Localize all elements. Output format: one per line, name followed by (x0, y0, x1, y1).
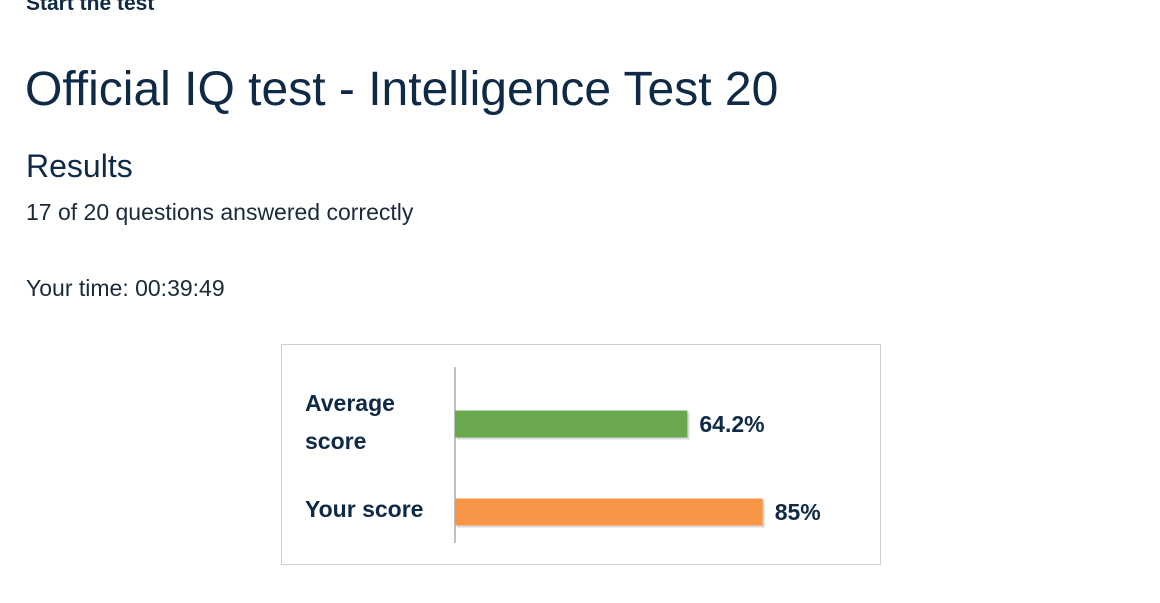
results-page: Start the test Official IQ test - Intell… (0, 0, 1160, 603)
time-text: Your time: 00:39:49 (26, 275, 225, 301)
chart-category-label: Your score (305, 496, 423, 522)
page-title: Official IQ test - Intelligence Test 20 (25, 63, 779, 116)
answered-count-text: 17 of 20 questions answered correctly (26, 199, 414, 225)
score-chart-svg: 64.2% Average score 85% Your score (305, 367, 821, 543)
chart-value-label: 64.2% (699, 411, 764, 437)
start-test-link[interactable]: Start the test (26, 0, 154, 16)
chart-value-label: 85% (775, 499, 821, 525)
results-heading: Results (26, 148, 133, 184)
chart-bar-your-score (455, 498, 763, 526)
chart-bar-average-score (455, 410, 688, 438)
score-chart: 64.2% Average score 85% Your score (281, 344, 881, 565)
chart-category-label: score (305, 428, 366, 454)
chart-category-label: Average (305, 390, 395, 416)
